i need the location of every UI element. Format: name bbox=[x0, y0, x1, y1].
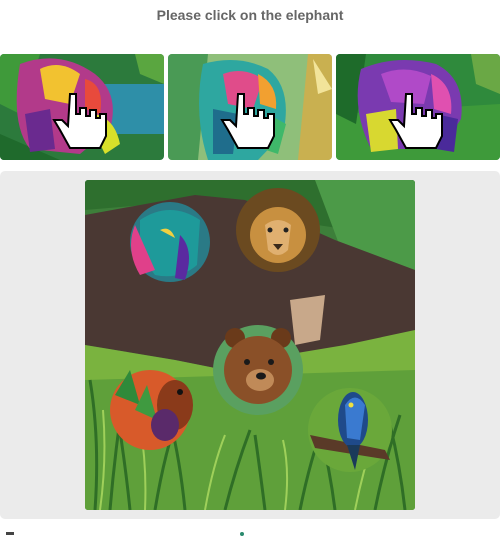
lion-animal[interactable] bbox=[236, 188, 320, 272]
elephant-animal[interactable] bbox=[130, 202, 210, 282]
footer-partial bbox=[0, 522, 500, 536]
footer-mark bbox=[6, 532, 14, 535]
example-image-1 bbox=[0, 54, 164, 160]
challenge-image[interactable] bbox=[85, 180, 415, 510]
prompt-title: Please click on the elephant bbox=[156, 7, 344, 23]
example-image-2 bbox=[168, 54, 332, 160]
footer-dot bbox=[240, 532, 244, 536]
challenge-panel bbox=[0, 171, 500, 519]
bear-animal[interactable] bbox=[213, 325, 303, 415]
example-image-3 bbox=[336, 54, 500, 160]
example-images-row bbox=[0, 54, 500, 160]
bird-animal[interactable] bbox=[308, 388, 392, 472]
